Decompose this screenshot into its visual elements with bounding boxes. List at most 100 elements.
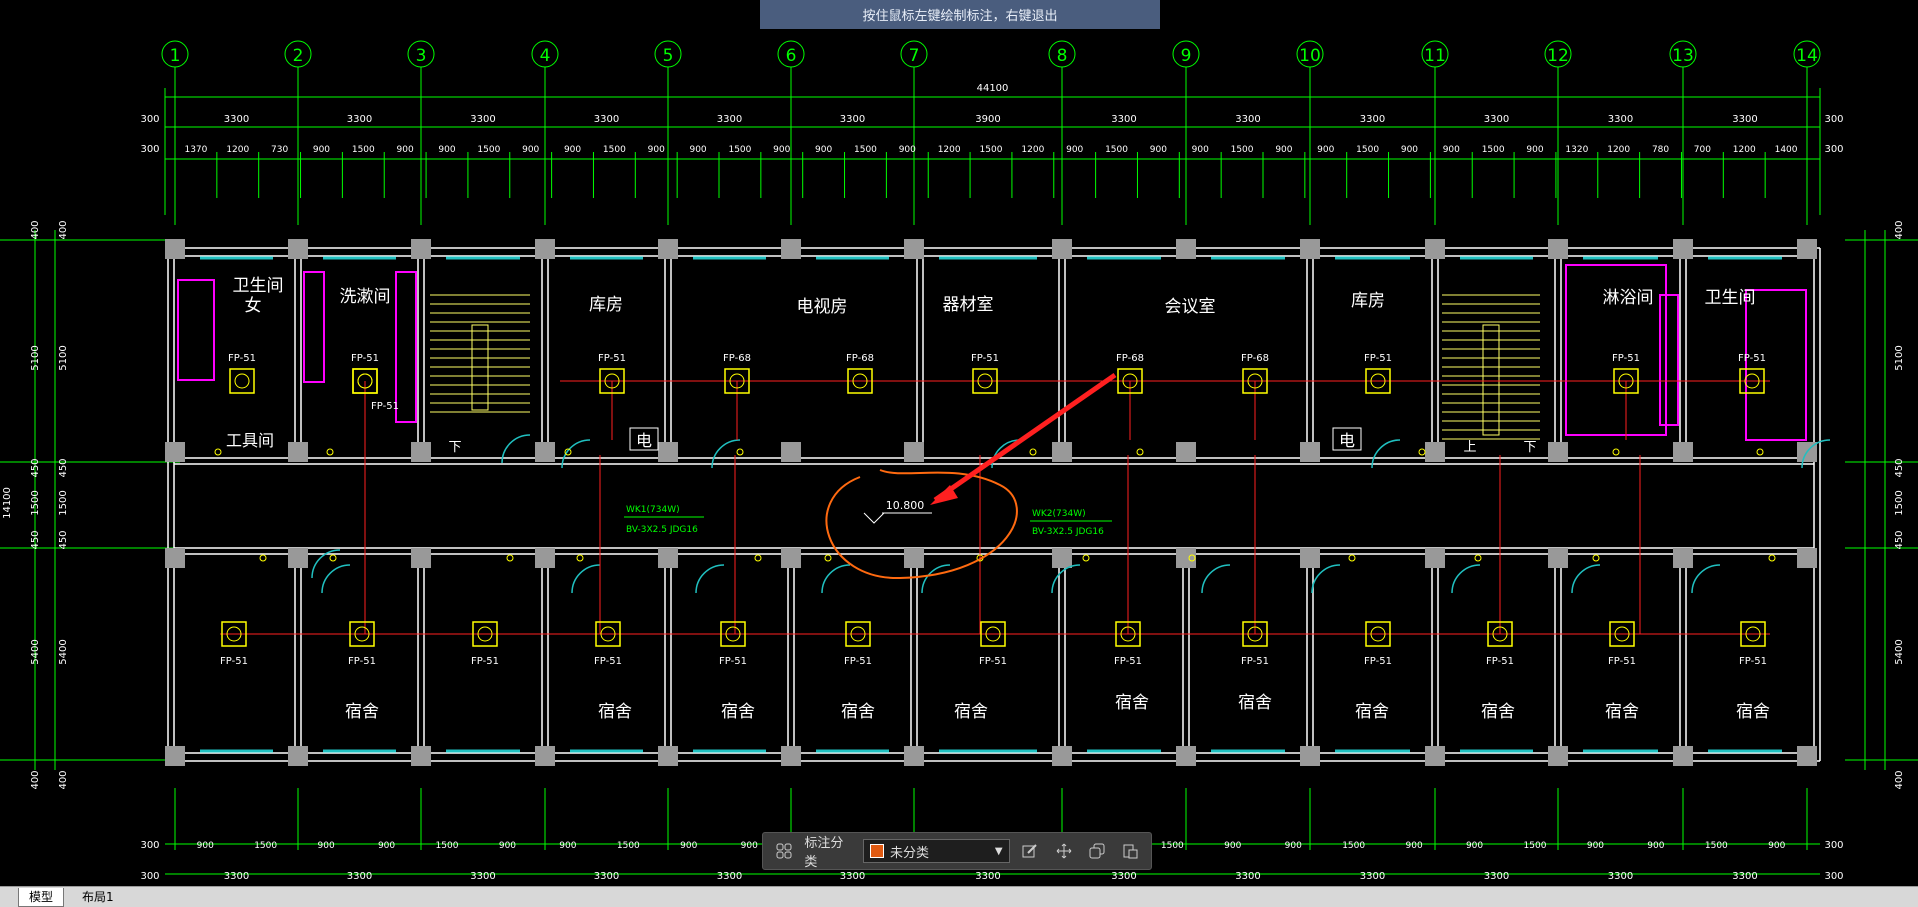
column <box>904 442 924 462</box>
layout-icon[interactable] <box>771 838 796 864</box>
circuit-label: WK2(734W) <box>1032 509 1086 519</box>
dimension-label: 1500 <box>1524 841 1547 851</box>
dimension-label: 1400 <box>1775 145 1798 155</box>
door-swing <box>501 434 531 464</box>
column <box>781 239 801 259</box>
dimension-label: 400 <box>1894 220 1905 239</box>
room-label: 宿舍 <box>721 702 755 722</box>
switch-symbol <box>259 554 267 562</box>
dimension-label: 300 <box>1824 144 1843 155</box>
dimension-label: 900 <box>1285 841 1302 851</box>
tab-model[interactable]: 模型 <box>18 888 65 907</box>
dimension-label: 450 <box>58 458 69 477</box>
dimension-label: 900 <box>1443 145 1460 155</box>
dimension-label: 1200 <box>1733 145 1756 155</box>
category-select[interactable]: 未分类 ▼ <box>863 839 1010 863</box>
dimension-label: 3300 <box>717 871 742 882</box>
dimension-label: 1500 <box>477 145 500 155</box>
dimension-label: 300 <box>1824 114 1843 125</box>
dimension-label: 900 <box>559 841 576 851</box>
dimension-label: 900 <box>318 841 335 851</box>
axis-number: 14 <box>1796 46 1818 66</box>
axis-number: 2 <box>293 46 304 66</box>
cad-drawing-canvas[interactable]: 1 2 3 4 5 6 7 8 9 10 11 12 13 14 44100300 3300 3300 3300… <box>0 0 1918 886</box>
column <box>1300 746 1320 766</box>
room-label: 宿舍 <box>1115 693 1149 713</box>
circuit-label: BV-3X2.5 JDG16 <box>1032 527 1104 537</box>
column <box>1548 442 1568 462</box>
dimension-label: 14100 <box>2 487 13 519</box>
room-label: 宿舍 <box>841 702 875 722</box>
dimension-label: 900 <box>313 145 330 155</box>
dimension-label: 3300 <box>224 114 249 125</box>
dimension-label: 780 <box>1652 145 1669 155</box>
column <box>1425 239 1445 259</box>
column <box>535 746 555 766</box>
dimension-label: 900 <box>1066 145 1083 155</box>
switch-symbol <box>1418 448 1426 456</box>
axis-grid: 1 2 3 4 5 6 7 8 9 10 11 12 13 14 <box>161 40 1821 850</box>
column <box>165 442 185 462</box>
dimension-label: 1500 <box>58 490 69 515</box>
tab-layout1[interactable]: 布局1 <box>72 888 124 906</box>
edit-icon[interactable] <box>1018 838 1043 864</box>
dimension-label: 900 <box>1768 841 1785 851</box>
dimension-label: 900 <box>680 841 697 851</box>
door-swing <box>821 564 851 594</box>
switch-symbol <box>1474 554 1482 562</box>
dimension-label: 44100 <box>977 83 1009 94</box>
dimension-label: 3300 <box>1608 114 1633 125</box>
fixture-label: FP-51 <box>220 656 248 667</box>
walls <box>165 239 1831 766</box>
switch-symbol <box>736 448 744 456</box>
axis-number: 13 <box>1672 46 1694 66</box>
dimension-label: 900 <box>689 145 706 155</box>
column <box>1176 239 1196 259</box>
room-label: 女 <box>245 296 262 316</box>
column <box>1052 239 1072 259</box>
dimension-label: 900 <box>648 145 665 155</box>
column <box>1052 746 1072 766</box>
axis-number: 9 <box>1181 46 1192 66</box>
axis-number: 7 <box>909 46 920 66</box>
column <box>1052 548 1072 568</box>
dimension-label: 3300 <box>840 871 865 882</box>
dimension-label: 3300 <box>470 114 495 125</box>
dimension-label: 900 <box>1587 841 1604 851</box>
fixture-label: FP-68 <box>1241 353 1269 364</box>
fixture-label: FP-51 <box>979 656 1007 667</box>
room-label: 宿舍 <box>1238 693 1272 713</box>
fixture-label: FP-51 <box>351 353 379 364</box>
dimension-label: 730 <box>271 145 288 155</box>
dimension-label: 450 <box>58 530 69 549</box>
wiring <box>220 380 1770 635</box>
column <box>1673 548 1693 568</box>
dimension-label: 400 <box>58 770 69 789</box>
door-swing <box>1451 564 1481 594</box>
column <box>904 548 924 568</box>
fixture-label: FP-68 <box>1116 353 1144 364</box>
room-label: 宿舍 <box>1736 702 1770 722</box>
room-label: 电 <box>636 431 652 450</box>
column <box>1673 239 1693 259</box>
switch-symbol <box>1768 554 1776 562</box>
column <box>535 442 555 462</box>
room-label: 电视房 <box>797 297 848 317</box>
copy-icon[interactable] <box>1084 838 1109 864</box>
paste-icon[interactable] <box>1118 838 1143 864</box>
markup-arrow-shaft <box>933 372 1117 503</box>
dimension-label: 900 <box>522 145 539 155</box>
dimension-label: 5100 <box>1894 345 1905 370</box>
fixture-label: FP-51 <box>371 401 399 412</box>
column <box>411 239 431 259</box>
column <box>1797 239 1817 259</box>
dimension-label: 1500 <box>1231 145 1254 155</box>
room-label: 电 <box>1339 431 1355 450</box>
move-icon[interactable] <box>1051 838 1076 864</box>
dimension-label: 900 <box>1275 145 1292 155</box>
dimension-label: 1500 <box>254 841 277 851</box>
command-tooltip-text: 按住鼠标左键绘制标注，右键退出 <box>862 9 1058 24</box>
dimension-label: 1500 <box>1482 145 1505 155</box>
door-swing <box>321 564 351 594</box>
switch-symbol <box>1136 448 1144 456</box>
